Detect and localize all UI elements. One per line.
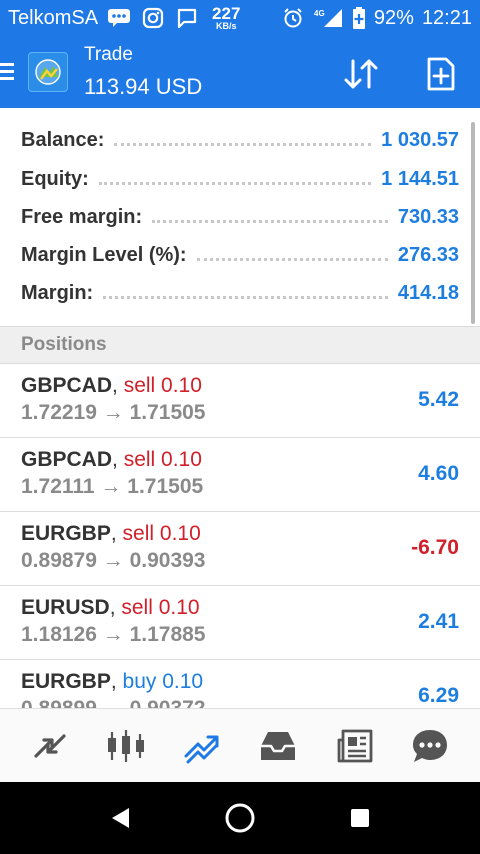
position-symbol: EURGBP — [21, 522, 111, 545]
battery-percent: 92% — [373, 6, 414, 29]
messages-icon[interactable] — [403, 719, 457, 773]
recents-icon[interactable] — [336, 794, 384, 842]
summary-label: Margin: — [21, 281, 94, 304]
app-logo-icon — [28, 52, 68, 92]
positions-header: Positions — [0, 326, 480, 364]
quotes-icon[interactable] — [23, 719, 77, 773]
history-icon[interactable] — [251, 719, 305, 773]
alarm-icon — [280, 7, 306, 29]
dotted-leader — [196, 257, 388, 261]
page-title: Trade — [84, 44, 133, 65]
position-row[interactable]: EURGBP, buy 0.10 0.89899 → 0.90372 6.29 — [0, 660, 480, 708]
app-header: Trade 113.94 USD — [0, 36, 480, 108]
summary-value: 276.33 — [397, 243, 459, 266]
position-side: sell 0.10 — [122, 522, 201, 545]
position-row[interactable]: GBPCAD, sell 0.10 1.72111 → 1.71505 4.60 — [0, 438, 480, 512]
position-symbol: EURUSD — [21, 596, 110, 619]
position-row[interactable]: GBPCAD, sell 0.10 1.72219 → 1.71505 5.42 — [0, 364, 480, 438]
position-separator: , — [112, 448, 118, 471]
summary-row-margin-level: Margin Level (%): 276.33 — [21, 240, 459, 270]
message-icon — [106, 7, 132, 29]
position-title: GBPCAD, sell 0.10 — [21, 374, 202, 398]
position-separator: , — [110, 522, 117, 545]
summary-value: 730.33 — [397, 205, 459, 228]
account-summary: Balance: 1 030.57 Equity: 1 144.51 Free … — [0, 108, 480, 326]
position-profit: 2.41 — [418, 610, 459, 633]
summary-label: Margin Level (%): — [21, 243, 187, 266]
position-side: buy 0.10 — [122, 670, 204, 693]
position-title: EURUSD, sell 0.10 — [21, 596, 200, 620]
chart-icon[interactable] — [99, 719, 153, 773]
summary-value: 1 030.57 — [381, 128, 459, 151]
positions-title: Positions — [21, 334, 107, 355]
menu-icon[interactable] — [0, 63, 16, 83]
position-profit: 5.42 — [418, 388, 459, 411]
position-title: GBPCAD, sell 0.10 — [21, 448, 202, 472]
summary-label: Equity: — [21, 167, 89, 190]
bottom-navigation — [0, 708, 480, 782]
trade-icon[interactable] — [175, 719, 229, 773]
dotted-leader — [103, 295, 388, 299]
summary-label: Balance: — [21, 128, 105, 151]
chat-icon — [174, 7, 200, 29]
summary-value: 414.18 — [397, 281, 459, 304]
position-profit: 6.29 — [418, 684, 459, 707]
scrollbar[interactable] — [471, 122, 475, 324]
position-prices: 0.89879 → 0.90393 — [21, 549, 206, 572]
position-row[interactable]: EURUSD, sell 0.10 1.18126 → 1.17885 2.41 — [0, 586, 480, 660]
speed-value: 227 — [212, 4, 241, 23]
instagram-icon — [140, 7, 166, 29]
position-prices: 0.89899 → 0.90372 — [21, 697, 206, 708]
summary-row-balance: Balance: 1 030.57 — [21, 125, 459, 155]
battery-icon — [352, 7, 366, 29]
system-navigation-bar — [0, 782, 480, 854]
position-separator: , — [109, 596, 116, 619]
position-separator: , — [112, 374, 118, 397]
position-prices: 1.72219 → 1.71505 — [21, 401, 206, 424]
positions-list: GBPCAD, sell 0.10 1.72219 → 1.71505 5.42… — [0, 364, 480, 708]
position-side: sell 0.10 — [123, 374, 202, 397]
home-icon[interactable] — [216, 794, 264, 842]
dotted-leader — [98, 181, 372, 185]
position-side: sell 0.10 — [121, 596, 200, 619]
dotted-leader — [114, 142, 372, 146]
signal-icon: 4G — [314, 7, 344, 29]
speed-unit: KB/s — [215, 21, 237, 31]
clock: 12:21 — [421, 6, 472, 29]
position-separator: , — [110, 670, 117, 693]
status-bar: TelkomSA 227 KB/s 4G 92% 12:21 — [0, 0, 480, 36]
position-prices: 1.72111 → 1.71505 — [21, 475, 204, 498]
position-profit: 4.60 — [418, 462, 459, 485]
position-symbol: EURGBP — [21, 670, 111, 693]
back-icon[interactable] — [96, 794, 144, 842]
summary-row-equity: Equity: 1 144.51 — [21, 164, 459, 194]
sort-arrows-icon[interactable] — [341, 54, 381, 94]
summary-label: Free margin: — [21, 205, 143, 228]
summary-row-free-margin: Free margin: 730.33 — [21, 202, 459, 232]
new-order-icon[interactable] — [421, 54, 461, 94]
position-side: sell 0.10 — [123, 448, 202, 471]
position-symbol: GBPCAD — [21, 374, 113, 397]
position-row[interactable]: EURGBP, sell 0.10 0.89879 → 0.90393 -6.7… — [0, 512, 480, 586]
position-title: EURGBP, buy 0.10 — [21, 670, 203, 694]
position-prices: 1.18126 → 1.17885 — [21, 623, 206, 646]
position-profit: -6.70 — [411, 536, 459, 559]
dotted-leader — [152, 219, 388, 223]
position-symbol: GBPCAD — [21, 448, 113, 471]
carrier-name: TelkomSA — [8, 6, 99, 29]
account-profit: 113.94 USD — [84, 74, 203, 99]
news-icon[interactable] — [327, 719, 381, 773]
network-type: 4G — [314, 9, 325, 18]
summary-row-margin: Margin: 414.18 — [21, 278, 459, 308]
position-title: EURGBP, sell 0.10 — [21, 522, 201, 546]
summary-value: 1 144.51 — [381, 167, 459, 190]
network-speed: 227 KB/s — [212, 5, 240, 31]
